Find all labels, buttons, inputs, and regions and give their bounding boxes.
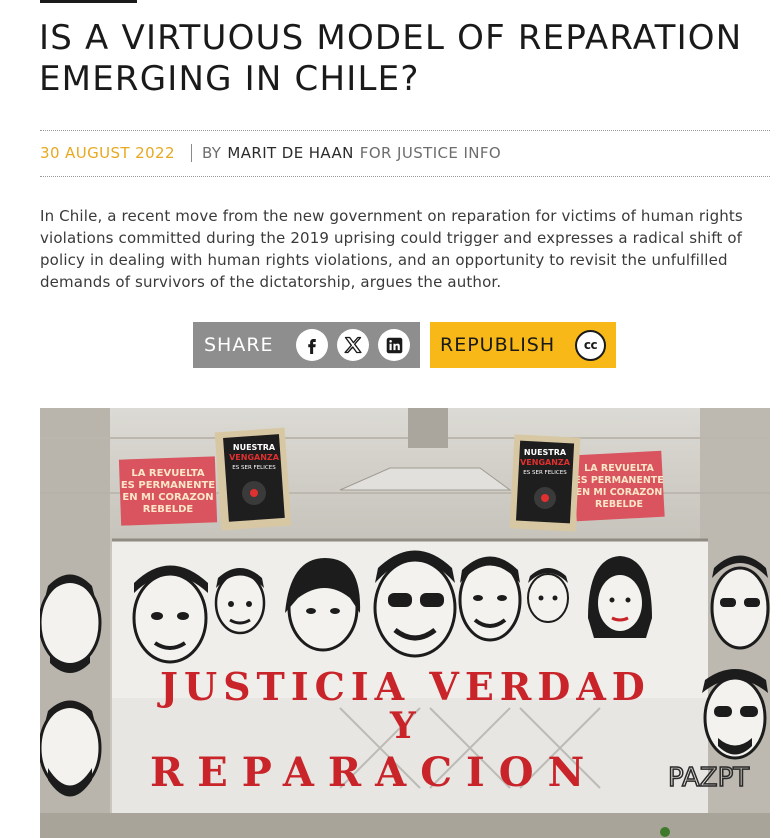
- svg-text:VENGANZA: VENGANZA: [520, 458, 571, 467]
- svg-text:LA REVUELTA: LA REVUELTA: [584, 463, 654, 474]
- linkedin-share-button[interactable]: [378, 329, 410, 361]
- svg-text:ES SER FELICES: ES SER FELICES: [232, 465, 276, 471]
- graffiti-tag: PAZPT: [668, 763, 749, 793]
- meta-divider-bottom: [40, 176, 770, 177]
- stencil-word-y: Y: [389, 705, 417, 747]
- meta-separator: [190, 144, 192, 162]
- svg-text:ES SER FELICES: ES SER FELICES: [523, 470, 567, 476]
- svg-text:NUESTRA: NUESTRA: [524, 448, 567, 457]
- svg-text:EN MI CORAZON: EN MI CORAZON: [576, 487, 663, 498]
- svg-text:NUESTRA: NUESTRA: [233, 443, 276, 452]
- publication-name: FOR JUSTICE INFO: [359, 144, 502, 162]
- poster-left-dark: NUESTRA VENGANZA ES SER FELICES: [214, 427, 292, 531]
- republish-button[interactable]: REPUBLISH cc: [430, 322, 616, 368]
- stencil-word-justicia-verdad: JUSTICIA VERDAD: [157, 664, 651, 709]
- svg-text:REBELDE: REBELDE: [143, 504, 194, 515]
- republish-label: REPUBLISH: [440, 334, 556, 356]
- linkedin-icon: [386, 337, 402, 353]
- x-icon: [344, 336, 362, 354]
- svg-text:ES PERMANENTE: ES PERMANENTE: [574, 475, 664, 486]
- svg-text:EN MI CORAZON: EN MI CORAZON: [122, 492, 213, 503]
- svg-text:ES PERMANENTE: ES PERMANENTE: [121, 480, 215, 491]
- share-label: SHARE: [204, 334, 274, 356]
- creative-commons-icon: cc: [575, 329, 606, 361]
- article-date: 30 AUGUST 2022: [40, 144, 175, 162]
- stencil-word-reparacion: REPARACION: [150, 749, 598, 796]
- share-bar: SHARE: [193, 322, 420, 368]
- meta-divider-top: [40, 130, 770, 131]
- article-lead: In Chile, a recent move from the new gov…: [40, 207, 743, 291]
- byline-prefix: BY: [201, 144, 222, 162]
- article-photo: LA REVUELTA ES PERMANENTE EN MI CORAZON …: [40, 408, 770, 838]
- poster-right-dark: NUESTRA VENGANZA ES SER FELICES: [509, 434, 581, 532]
- author-name[interactable]: MARIT DE HAAN: [227, 143, 353, 163]
- svg-text:VENGANZA: VENGANZA: [229, 453, 280, 462]
- facebook-icon: [308, 339, 316, 354]
- poster-left-pink: LA REVUELTA ES PERMANENTE EN MI CORAZON …: [118, 456, 218, 526]
- article-meta: 30 AUGUST 2022 BY MARIT DE HAAN FOR JUST…: [40, 143, 501, 163]
- poster-right-pink: LA REVUELTA ES PERMANENTE EN MI CORAZON …: [573, 450, 665, 522]
- facebook-share-button[interactable]: [296, 329, 328, 361]
- svg-text:REBELDE: REBELDE: [595, 499, 643, 510]
- svg-text:LA REVUELTA: LA REVUELTA: [131, 468, 205, 479]
- x-share-button[interactable]: [337, 329, 369, 361]
- article-title: IS A VIRTUOUS MODEL OF REPARATION EMERGI…: [39, 18, 743, 99]
- header-accent-bar: [40, 0, 137, 3]
- street-art-illustration: LA REVUELTA ES PERMANENTE EN MI CORAZON …: [40, 408, 770, 838]
